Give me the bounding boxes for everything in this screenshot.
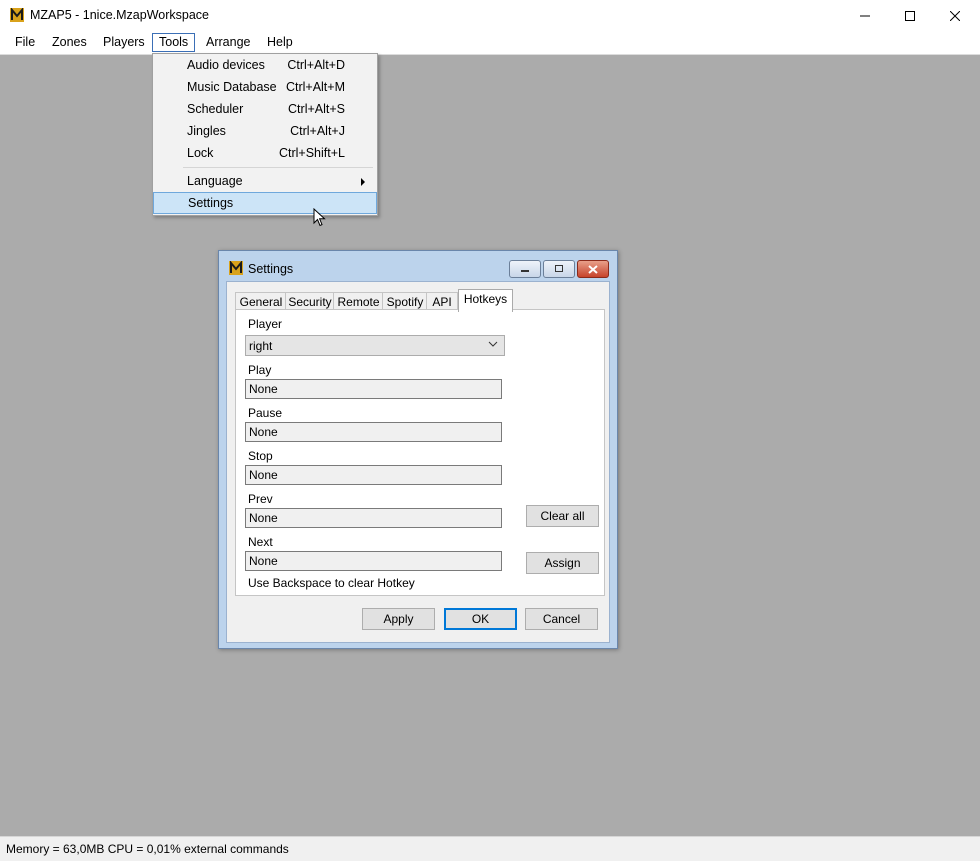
maximize-icon: [905, 10, 915, 21]
status-text: Memory = 63,0MB CPU = 0,01% external com…: [6, 842, 289, 856]
menu-help[interactable]: Help: [261, 34, 299, 51]
menu-item-settings[interactable]: Settings: [153, 192, 377, 214]
dialog-body: General Security Remote Spotify API Hotk…: [226, 281, 610, 643]
close-icon: [588, 264, 598, 274]
play-label: Play: [248, 363, 272, 377]
player-label: Player: [248, 317, 283, 331]
hotkeys-panel: Player right Play None Pause None Stop N…: [235, 309, 605, 596]
pause-hotkey-value: None: [249, 425, 278, 439]
title-bar: MZAP5 - 1nice.MzapWorkspace: [0, 0, 980, 31]
dialog-minimize-button[interactable]: [509, 260, 541, 278]
stop-hotkey-value: None: [249, 468, 278, 482]
submenu-arrow-icon: [361, 178, 365, 186]
tab-hotkeys[interactable]: Hotkeys: [458, 289, 513, 312]
stop-label: Stop: [248, 449, 273, 463]
menu-item-label: Scheduler: [187, 102, 244, 116]
ok-button[interactable]: OK: [444, 608, 517, 630]
menu-zones[interactable]: Zones: [46, 34, 93, 51]
play-hotkey-field[interactable]: None: [245, 379, 502, 399]
prev-hotkey-value: None: [249, 511, 278, 525]
next-hotkey-field[interactable]: None: [245, 551, 502, 571]
menu-item-shortcut: Ctrl+Alt+M: [285, 80, 345, 94]
window-title: MZAP5 - 1nice.MzapWorkspace: [30, 8, 209, 22]
minimize-button[interactable]: [842, 0, 888, 31]
menu-item-label: Lock: [187, 146, 214, 160]
hotkey-hint: Use Backspace to clear Hotkey: [248, 576, 415, 590]
menu-tools[interactable]: Tools: [152, 33, 196, 52]
apply-button[interactable]: Apply: [362, 608, 435, 630]
menu-item-shortcut: Ctrl+Alt+J: [290, 124, 345, 138]
assign-button[interactable]: Assign: [526, 552, 599, 574]
prev-label: Prev: [248, 492, 273, 506]
menu-separator: [183, 167, 373, 168]
stop-hotkey-field[interactable]: None: [245, 465, 502, 485]
status-bar: Memory = 63,0MB CPU = 0,01% external com…: [0, 836, 980, 861]
close-button[interactable]: [932, 0, 978, 31]
menu-item-shortcut: Ctrl+Alt+D: [287, 58, 345, 72]
menu-bar: File Zones Players Tools Arrange Help: [0, 31, 980, 55]
mouse-cursor-icon: [313, 208, 326, 227]
menu-item-label: Language: [187, 174, 243, 188]
mzap-app-icon: [10, 8, 24, 22]
next-hotkey-value: None: [249, 554, 278, 568]
menu-item-jingles[interactable]: Jingles Ctrl+Alt+J: [155, 120, 375, 142]
close-icon: [950, 10, 960, 21]
menu-item-scheduler[interactable]: Scheduler Ctrl+Alt+S: [155, 98, 375, 120]
chevron-down-icon: [488, 341, 498, 347]
menu-item-language[interactable]: Language: [155, 170, 375, 192]
menu-players[interactable]: Players: [97, 34, 151, 51]
pause-label: Pause: [248, 406, 283, 420]
cancel-button[interactable]: Cancel: [525, 608, 598, 630]
next-label: Next: [248, 535, 273, 549]
minimize-icon: [860, 15, 870, 16]
maximize-icon: [555, 265, 563, 272]
menu-item-label: Audio devices: [187, 58, 265, 72]
menu-item-audio-devices[interactable]: Audio devices Ctrl+Alt+D: [155, 54, 375, 76]
menu-item-label: Settings: [188, 196, 234, 210]
menu-arrange[interactable]: Arrange: [200, 34, 256, 51]
player-select-value: right: [249, 339, 273, 353]
menu-item-music-database[interactable]: Music Database Ctrl+Alt+M: [155, 76, 375, 98]
maximize-button[interactable]: [887, 0, 933, 31]
menu-item-lock[interactable]: Lock Ctrl+Shift+L: [155, 142, 375, 164]
menu-item-label: Jingles: [187, 124, 226, 138]
minimize-icon: [521, 270, 529, 272]
dialog-close-button[interactable]: [577, 260, 609, 278]
menu-item-label: Music Database: [187, 80, 277, 94]
menu-item-shortcut: Ctrl+Alt+S: [288, 102, 345, 116]
clear-all-button[interactable]: Clear all: [526, 505, 599, 527]
mzap-app-icon: [229, 261, 243, 275]
menu-item-shortcut: Ctrl+Shift+L: [278, 146, 345, 160]
pause-hotkey-field[interactable]: None: [245, 422, 502, 442]
dialog-maximize-button[interactable]: [543, 260, 575, 278]
tools-menu: Audio devices Ctrl+Alt+D Music Database …: [152, 53, 378, 216]
player-select[interactable]: right: [245, 335, 505, 356]
menu-file[interactable]: File: [9, 34, 41, 51]
play-hotkey-value: None: [249, 382, 278, 396]
prev-hotkey-field[interactable]: None: [245, 508, 502, 528]
dialog-title: Settings: [248, 262, 294, 276]
settings-dialog: Settings General Security Remote Spotify…: [218, 250, 618, 649]
